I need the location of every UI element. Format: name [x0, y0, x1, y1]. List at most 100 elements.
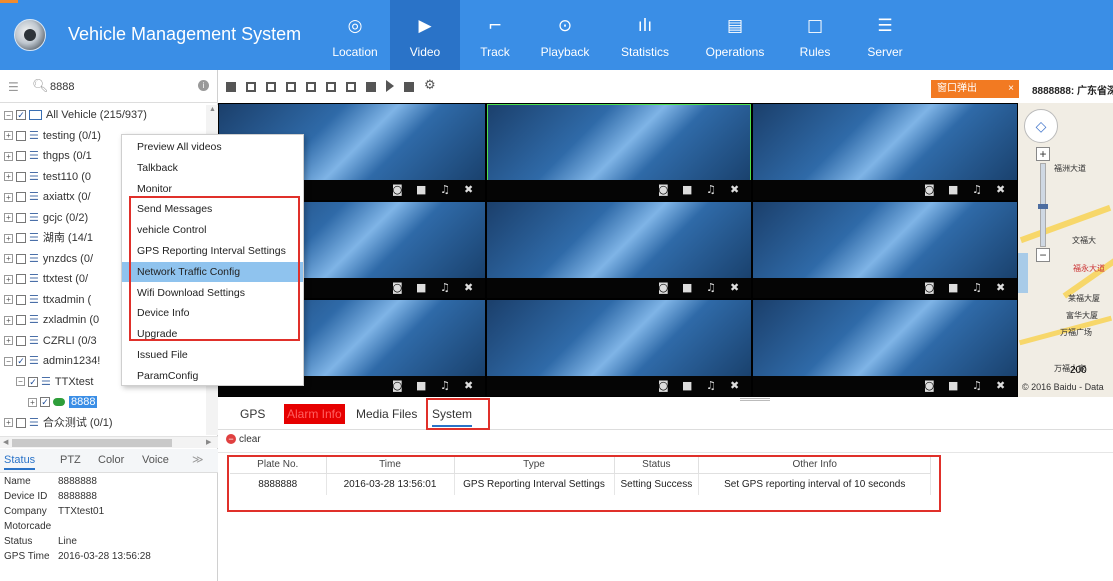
tree-checkbox[interactable]: ✓	[28, 376, 38, 387]
tree-node[interactable]: + ✓ 8888	[28, 392, 98, 412]
snapshot-camera-icon[interactable]: ◙	[658, 281, 669, 294]
video-channel[interactable]: ◙ ■ ♫ ✖	[753, 202, 1017, 298]
tab-voice[interactable]: Voice	[142, 454, 169, 466]
expand-icon[interactable]: +	[4, 254, 13, 264]
tree-checkbox[interactable]	[16, 274, 26, 285]
nav-video[interactable]: ▶ Video	[390, 0, 460, 70]
tree-node[interactable]: + ☰ CZRLI (0/3	[4, 331, 97, 351]
collapse-icon[interactable]: −	[4, 110, 13, 120]
menu-item[interactable]: Monitor	[122, 179, 303, 199]
expand-icon[interactable]: +	[28, 397, 37, 407]
layout-6-icon[interactable]	[266, 82, 276, 92]
expand-icon[interactable]: +	[4, 315, 13, 325]
nav-playback[interactable]: ⊙ Playback	[530, 0, 600, 70]
audio-icon[interactable]: ♫	[706, 379, 716, 392]
expand-icon[interactable]: +	[4, 336, 13, 346]
stop-icon[interactable]: ■	[682, 183, 692, 196]
scroll-thumb[interactable]	[12, 439, 172, 447]
collapse-chevron-icon[interactable]: ≫	[192, 453, 204, 466]
nav-track[interactable]: ⌐ Track	[460, 0, 530, 70]
snapshot-camera-icon[interactable]: ◙	[392, 281, 403, 294]
audio-icon[interactable]: ♫	[440, 379, 450, 392]
menu-item[interactable]: Upgrade	[122, 324, 303, 344]
scroll-up-icon[interactable]: ▲	[209, 106, 216, 113]
audio-icon[interactable]: ♫	[706, 281, 716, 294]
close-video-icon[interactable]: ✖	[996, 183, 1005, 196]
column-header[interactable]: Plate No.	[230, 457, 327, 474]
tree-checkbox[interactable]: ✓	[16, 356, 26, 367]
close-video-icon[interactable]: ✖	[464, 183, 473, 196]
clear-button[interactable]: − clear	[226, 434, 261, 448]
column-header[interactable]: Other Info	[698, 457, 932, 474]
record-icon[interactable]	[404, 82, 414, 92]
menu-item[interactable]: ParamConfig	[122, 366, 303, 386]
tree-node[interactable]: + ☰ test110 (0	[4, 167, 91, 187]
nav-server[interactable]: ☰ Server	[850, 0, 920, 70]
map-zoom-slider[interactable]	[1038, 163, 1048, 247]
tree-checkbox[interactable]: ✓	[16, 110, 26, 121]
layout-16-icon[interactable]	[326, 82, 336, 92]
stop-icon[interactable]: ■	[948, 281, 958, 294]
layout-9-icon[interactable]	[306, 82, 316, 92]
close-video-icon[interactable]: ✖	[996, 379, 1005, 392]
expand-icon[interactable]: +	[4, 151, 13, 161]
snapshot-camera-icon[interactable]: ◙	[924, 281, 935, 294]
popout-window-button[interactable]: 窗口弹出 ×	[931, 80, 1019, 98]
layout-8-icon[interactable]	[286, 82, 296, 92]
tab-ptz[interactable]: PTZ	[60, 454, 81, 466]
zoom-slider-knob[interactable]	[1038, 204, 1048, 209]
close-video-icon[interactable]: ✖	[996, 281, 1005, 294]
video-channel[interactable]: ◙ ■ ♫ ✖	[487, 202, 751, 298]
tree-node[interactable]: +☰BSJ (0/46)	[4, 433, 95, 435]
map-zoom-in-button[interactable]: +	[1036, 147, 1050, 161]
panel-resize-handle[interactable]	[740, 398, 770, 401]
audio-icon[interactable]: ♫	[440, 281, 450, 294]
nav-rules[interactable]: □ Rules	[780, 0, 850, 70]
close-video-icon[interactable]: ✖	[730, 281, 739, 294]
tree-checkbox[interactable]	[16, 130, 26, 141]
scroll-right-icon[interactable]: ▶	[206, 438, 211, 446]
tab-status[interactable]: Status	[4, 454, 36, 470]
menu-item[interactable]: Preview All videos	[122, 137, 303, 157]
tree-checkbox[interactable]	[16, 171, 26, 182]
column-header[interactable]: Time	[326, 457, 455, 474]
close-video-icon[interactable]: ✖	[464, 281, 473, 294]
tab-media-files[interactable]: Media Files	[356, 407, 417, 421]
expand-icon[interactable]: +	[4, 418, 13, 428]
tree-node[interactable]: + ☰ ttxtest (0/	[4, 269, 88, 289]
expand-icon[interactable]: +	[4, 274, 13, 284]
search-icon[interactable]: 🔍︎	[32, 78, 49, 94]
tab-alarm-info[interactable]: Alarm Info	[284, 404, 345, 424]
map-panel[interactable]: ◇ + − 福洲大道 文福大 福永大道 莱福大厦 富华大厦 万福广场 万福人家 …	[1018, 103, 1113, 397]
tree-node[interactable]: + ☰ axiattx (0/	[4, 187, 91, 207]
stop-icon[interactable]: ■	[682, 379, 692, 392]
layout-4-icon[interactable]	[246, 82, 256, 92]
map-zoom-out-button[interactable]: −	[1036, 248, 1050, 262]
fullscreen-icon[interactable]	[346, 82, 356, 92]
tree-node[interactable]: − ✓ ☰ admin1234!	[4, 351, 100, 371]
snapshot-camera-icon[interactable]: ◙	[392, 183, 403, 196]
play-all-icon[interactable]	[386, 80, 394, 92]
tree-checkbox[interactable]	[16, 335, 26, 346]
tree-checkbox[interactable]	[16, 417, 26, 428]
expand-icon[interactable]: +	[4, 192, 13, 202]
tree-checkbox[interactable]	[16, 294, 26, 305]
stop-icon[interactable]: ■	[416, 281, 426, 294]
snapshot-camera-icon[interactable]: ◙	[658, 183, 669, 196]
column-header[interactable]: Status	[614, 457, 700, 474]
tree-node[interactable]: + ☰ gcjc (0/2)	[4, 208, 88, 228]
menu-item[interactable]: GPS Reporting Interval Settings	[122, 241, 303, 261]
close-icon[interactable]: ×	[1008, 80, 1014, 98]
table-row[interactable]: 8888888 2016-03-28 13:56:01 GPS Reporting …	[230, 473, 932, 495]
nav-location[interactable]: ◎ Location	[320, 0, 390, 70]
stop-icon[interactable]: ■	[416, 183, 426, 196]
close-video-icon[interactable]: ✖	[464, 379, 473, 392]
stop-icon[interactable]: ■	[416, 379, 426, 392]
expand-icon[interactable]: +	[4, 213, 13, 223]
stop-icon[interactable]: ■	[948, 379, 958, 392]
snapshot-camera-icon[interactable]: ◙	[392, 379, 403, 392]
column-header[interactable]: Type	[454, 457, 615, 474]
tree-node[interactable]: + ☰ zxladmin (0	[4, 310, 99, 330]
info-icon[interactable]: i	[198, 80, 209, 91]
tree-node[interactable]: + ☰ ttxadmin (	[4, 290, 91, 310]
